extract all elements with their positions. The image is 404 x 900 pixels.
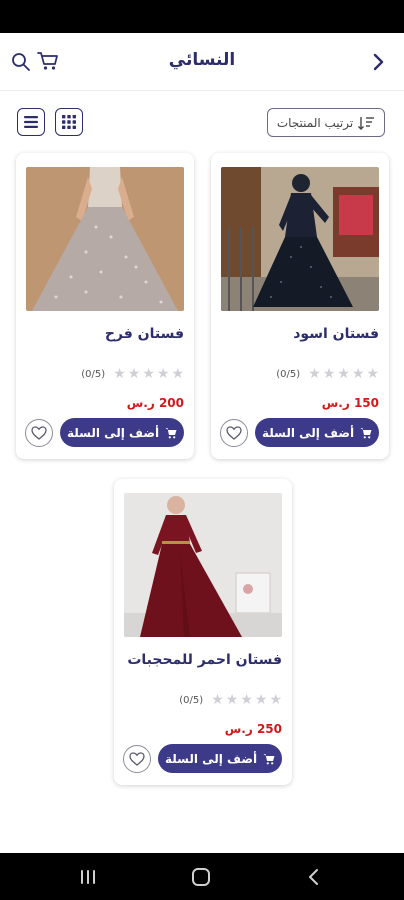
recent-apps-icon bbox=[81, 870, 95, 884]
favorite-button[interactable] bbox=[220, 419, 248, 447]
product-card[interactable]: فستان فرح ★ ★ ★ ★ ★ (0/5) 200 ر.س أضف إل… bbox=[16, 153, 194, 459]
add-to-cart-button[interactable]: أضف إلى السلة bbox=[255, 418, 379, 447]
sort-label: ترتيب المنتجات bbox=[276, 115, 354, 130]
add-to-cart-label: أضف إلى السلة bbox=[164, 751, 258, 766]
product-price: 200 ر.س bbox=[126, 396, 184, 410]
sort-button[interactable]: ترتيب المنتجات bbox=[267, 108, 385, 137]
cart-icon bbox=[263, 753, 275, 764]
product-price: 150 ر.س bbox=[321, 396, 379, 410]
product-name[interactable]: فستان فرح bbox=[26, 326, 184, 342]
grid-view-button[interactable] bbox=[55, 108, 83, 136]
star-icon: ★ bbox=[351, 366, 365, 382]
status-bar bbox=[0, 0, 404, 33]
star-icon: ★ bbox=[156, 366, 170, 382]
chevron-right-icon bbox=[373, 53, 384, 71]
star-icon: ★ bbox=[171, 366, 184, 382]
star-icon: ★ bbox=[225, 692, 239, 708]
add-to-cart-label: أضف إلى السلة bbox=[261, 425, 355, 440]
grid-view-icon bbox=[62, 115, 76, 129]
product-name[interactable]: فستان احمر للمحجبات bbox=[124, 652, 282, 668]
star-icon: ★ bbox=[127, 366, 141, 382]
app-header: النسائي bbox=[0, 33, 404, 91]
product-price: 250 ر.س bbox=[224, 722, 282, 736]
heart-icon bbox=[129, 752, 145, 766]
page-title: النسائي bbox=[168, 50, 236, 70]
add-to-cart-label: أضف إلى السلة bbox=[66, 425, 160, 440]
star-icon: ★ bbox=[322, 366, 336, 382]
list-view-button[interactable] bbox=[17, 108, 45, 136]
rating-count: (0/5) bbox=[81, 368, 106, 380]
star-icon: ★ bbox=[308, 366, 321, 382]
list-view-icon bbox=[24, 116, 38, 128]
star-icon: ★ bbox=[142, 366, 155, 382]
product-image[interactable] bbox=[26, 167, 184, 311]
add-to-cart-button[interactable]: أضف إلى السلة bbox=[158, 744, 282, 773]
star-icon: ★ bbox=[254, 692, 268, 708]
star-icon: ★ bbox=[337, 366, 350, 382]
favorite-button[interactable] bbox=[25, 419, 53, 447]
rating-count: (0/5) bbox=[276, 368, 301, 380]
product-card[interactable]: فستان احمر للمحجبات ★ ★ ★ ★ ★ (0/5) 250 … bbox=[114, 479, 292, 785]
back-button[interactable] bbox=[366, 50, 390, 74]
product-image[interactable] bbox=[221, 167, 379, 311]
sort-icon bbox=[358, 116, 375, 130]
star-icon: ★ bbox=[240, 692, 253, 708]
star-icon: ★ bbox=[113, 366, 126, 382]
rating-count: (0/5) bbox=[179, 694, 204, 706]
rating: ★ ★ ★ ★ ★ (0/5) bbox=[211, 366, 379, 382]
toolbar: ترتيب المنتجات bbox=[0, 108, 404, 138]
rating: ★ ★ ★ ★ ★ (0/5) bbox=[114, 692, 282, 708]
add-to-cart-button[interactable]: أضف إلى السلة bbox=[60, 418, 184, 447]
home-icon bbox=[192, 868, 210, 886]
system-nav-bar bbox=[0, 853, 404, 900]
product-name[interactable]: فستان اسود bbox=[221, 326, 379, 342]
heart-icon bbox=[226, 426, 242, 440]
cart-icon bbox=[165, 427, 177, 438]
back-icon bbox=[309, 869, 318, 885]
home-button[interactable] bbox=[191, 867, 211, 887]
product-image[interactable] bbox=[124, 493, 282, 637]
cart-icon bbox=[360, 427, 372, 438]
product-card[interactable]: فستان اسود ★ ★ ★ ★ ★ (0/5) 150 ر.س أضف إ… bbox=[211, 153, 389, 459]
back-nav-button[interactable] bbox=[304, 867, 324, 887]
star-icon: ★ bbox=[269, 692, 282, 708]
recent-apps-button[interactable] bbox=[78, 867, 98, 887]
star-icon: ★ bbox=[366, 366, 379, 382]
heart-icon bbox=[31, 426, 47, 440]
rating: ★ ★ ★ ★ ★ (0/5) bbox=[16, 366, 184, 382]
star-icon: ★ bbox=[211, 692, 224, 708]
favorite-button[interactable] bbox=[123, 745, 151, 773]
